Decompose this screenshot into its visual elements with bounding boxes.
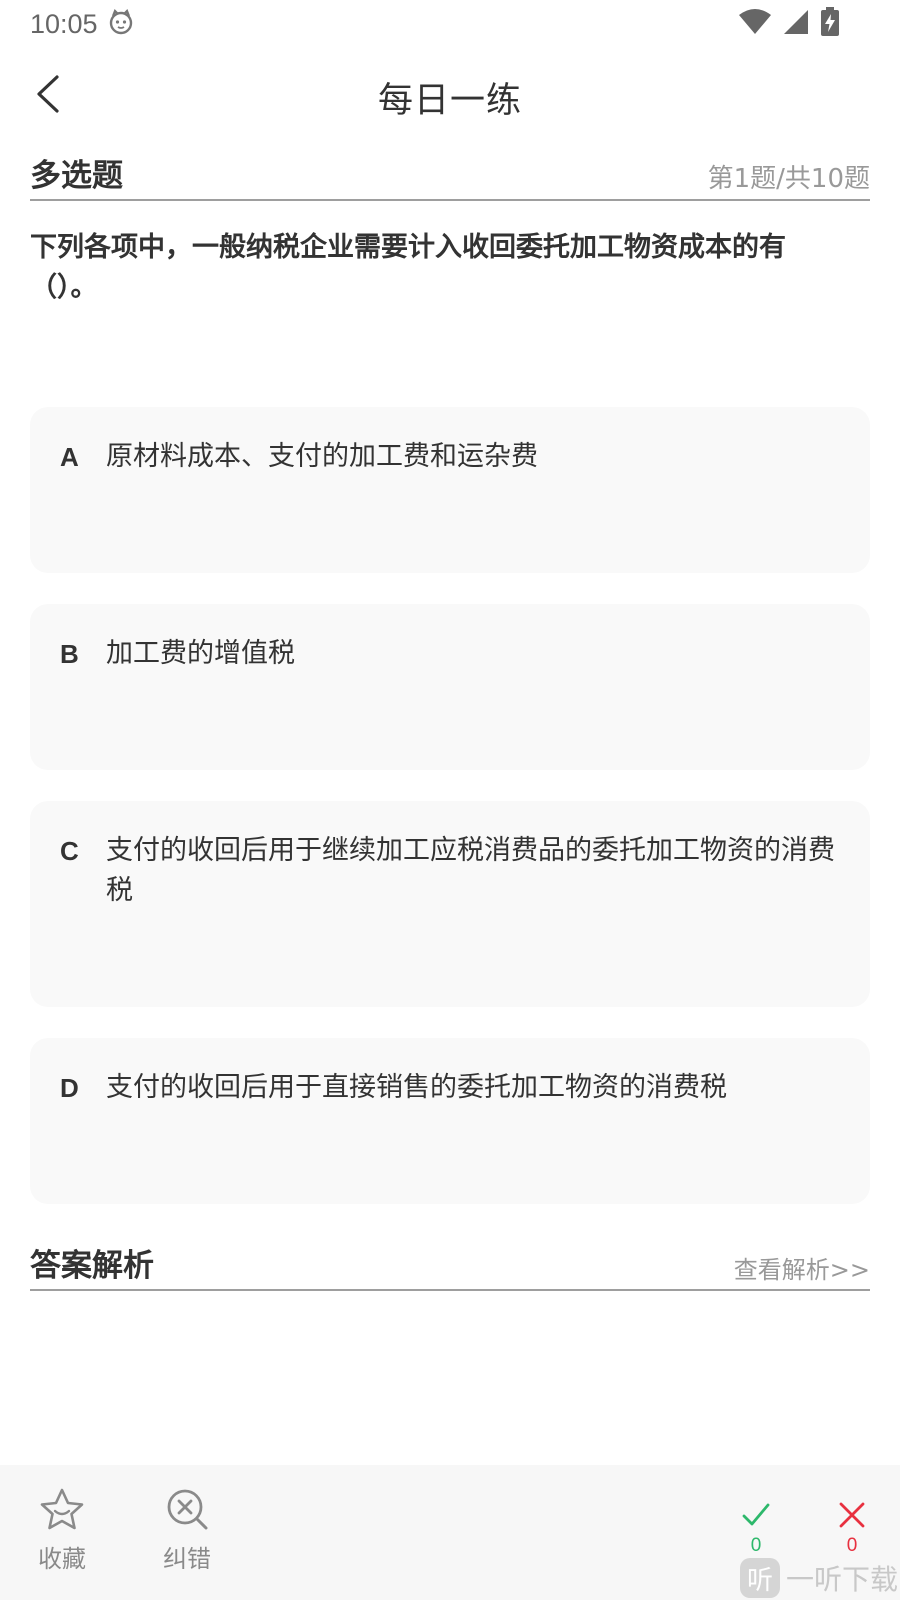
question-progress: 第1题/共10题	[707, 164, 870, 194]
option-text: 支付的收回后用于直接销售的委托加工物资的消费税	[106, 1072, 727, 1103]
correct-counter: 0	[731, 1501, 781, 1557]
star-icon	[39, 1487, 85, 1535]
status-bar: 10:05	[0, 0, 900, 48]
watermark-logo: 听	[740, 1558, 780, 1598]
status-time: 10:05	[30, 8, 98, 39]
cross-icon	[838, 1501, 866, 1533]
page-title: 每日一练	[377, 81, 522, 121]
header: 每日一练	[0, 60, 900, 130]
option-text: 加工费的增值税	[106, 638, 295, 669]
option-text: 支付的收回后用于继续加工应税消费品的委托加工物资的消费税	[106, 835, 835, 906]
wifi-icon	[738, 8, 772, 40]
check-icon	[741, 1501, 771, 1533]
signal-icon	[782, 8, 810, 40]
analysis-section-header: 答案解析 查看解析>>	[30, 1240, 870, 1291]
option-d[interactable]: D 支付的收回后用于直接销售的委托加工物资的消费税	[30, 1038, 870, 1204]
question-type-label: 多选题	[30, 158, 123, 194]
option-letter: D	[60, 1073, 79, 1103]
page: 10:05 每日一练 多选题 第1题/共10题 下列各项中，一般纳税企业需要计入…	[0, 0, 900, 1600]
option-c[interactable]: C 支付的收回后用于继续加工应税消费品的委托加工物资的消费税	[30, 801, 870, 1007]
correct-count: 0	[750, 1535, 762, 1556]
wrong-counter: 0	[827, 1501, 877, 1557]
wrong-count: 0	[846, 1535, 858, 1556]
watermark-text: 一听下载	[786, 1563, 899, 1596]
option-a[interactable]: A 原材料成本、支付的加工费和运杂费	[30, 407, 870, 573]
option-letter: C	[60, 836, 79, 866]
option-b[interactable]: B 加工费的增值税	[30, 604, 870, 770]
analysis-title: 答案解析	[30, 1248, 154, 1284]
cat-face-icon	[108, 9, 134, 39]
question-text: 下列各项中，一般纳税企业需要计入收回委托加工物资成本的有（）。	[30, 232, 786, 303]
battery-charging-icon	[820, 7, 840, 41]
search-x-icon	[164, 1487, 210, 1535]
option-text: 原材料成本、支付的加工费和运杂费	[106, 441, 538, 472]
option-letter: A	[60, 442, 79, 472]
question-section-header: 多选题 第1题/共10题	[30, 150, 870, 201]
view-analysis-link[interactable]: 查看解析>>	[734, 1250, 870, 1285]
report-error-label: 纠错	[163, 1545, 211, 1573]
option-letter: B	[60, 639, 79, 669]
report-error-button[interactable]: 纠错	[142, 1487, 232, 1574]
watermark: 听 一听下载	[740, 1558, 898, 1598]
favorite-button[interactable]: 收藏	[17, 1487, 107, 1574]
favorite-label: 收藏	[38, 1545, 86, 1573]
